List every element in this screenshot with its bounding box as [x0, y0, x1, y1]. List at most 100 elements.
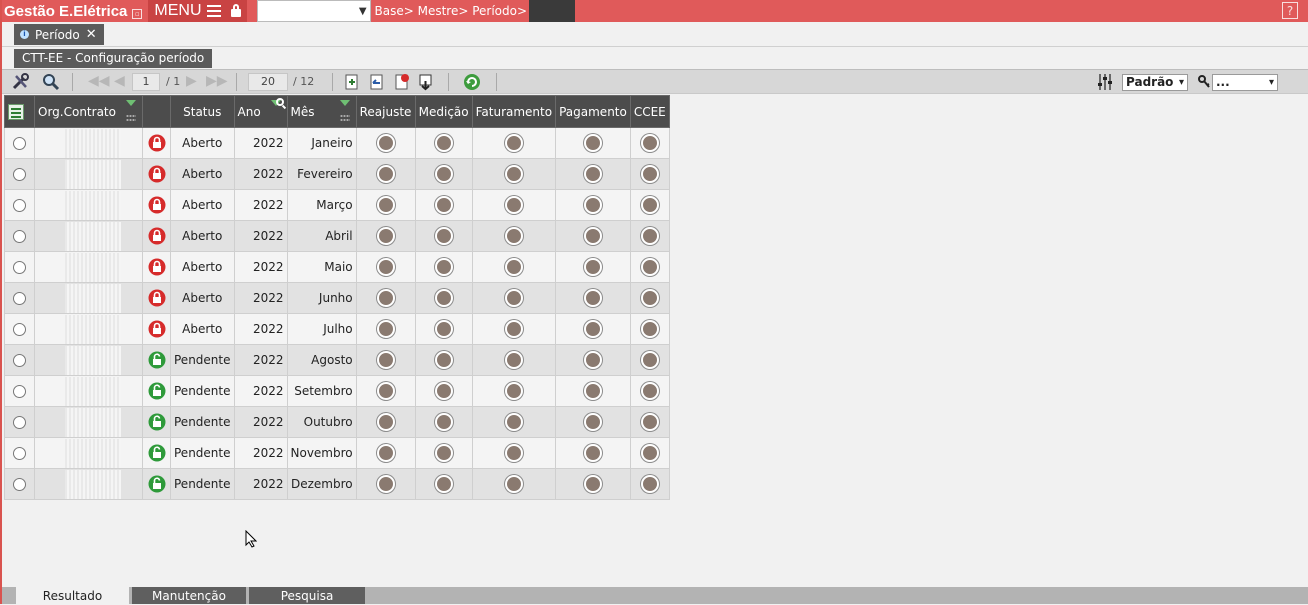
- search-icon[interactable]: [41, 73, 61, 91]
- tab-resultado[interactable]: Resultado: [16, 587, 129, 604]
- reajuste-status-icon[interactable]: [376, 289, 395, 307]
- reajuste-status-icon[interactable]: [376, 382, 395, 400]
- faturamento-status-icon[interactable]: [504, 444, 523, 462]
- reajuste-status-icon[interactable]: [376, 134, 395, 152]
- tab-manutencao[interactable]: Manutenção: [132, 587, 246, 604]
- ccee-status-icon[interactable]: [640, 444, 659, 462]
- ccee-status-icon[interactable]: [640, 227, 659, 245]
- row-radio[interactable]: [13, 199, 26, 212]
- export-icon[interactable]: [344, 73, 360, 91]
- module-select[interactable]: ▼: [256, 0, 371, 22]
- row-radio[interactable]: [13, 230, 26, 243]
- pagamento-status-icon[interactable]: [583, 227, 602, 245]
- column-header-mes[interactable]: Mês: [286, 95, 357, 128]
- ccee-status-icon[interactable]: [640, 258, 659, 276]
- column-header-status[interactable]: Status: [170, 95, 235, 128]
- row-radio[interactable]: [13, 416, 26, 429]
- locked-icon[interactable]: [148, 134, 166, 152]
- locked-icon[interactable]: [148, 196, 166, 214]
- pagamento-status-icon[interactable]: [583, 289, 602, 307]
- ccee-status-icon[interactable]: [640, 134, 659, 152]
- row-radio[interactable]: [13, 261, 26, 274]
- table-row[interactable]: Pendente 2022 Outubro: [4, 406, 670, 438]
- faturamento-status-icon[interactable]: [504, 351, 523, 369]
- medicao-status-icon[interactable]: [434, 258, 453, 276]
- pdf-icon[interactable]: [394, 73, 410, 91]
- download-icon[interactable]: [418, 73, 434, 91]
- table-row[interactable]: Aberto 2022 Abril: [4, 220, 670, 252]
- row-radio[interactable]: [13, 478, 26, 491]
- row-radio[interactable]: [13, 447, 26, 460]
- row-radio[interactable]: [13, 354, 26, 367]
- faturamento-status-icon[interactable]: [504, 289, 523, 307]
- row-radio[interactable]: [13, 385, 26, 398]
- reajuste-status-icon[interactable]: [376, 444, 395, 462]
- medicao-status-icon[interactable]: [434, 444, 453, 462]
- pagamento-status-icon[interactable]: [583, 258, 602, 276]
- pagamento-status-icon[interactable]: [583, 134, 602, 152]
- column-header-medicao[interactable]: Medição: [414, 95, 473, 128]
- row-radio[interactable]: [13, 323, 26, 336]
- reajuste-status-icon[interactable]: [376, 227, 395, 245]
- ccee-status-icon[interactable]: [640, 165, 659, 183]
- unlocked-icon[interactable]: [148, 382, 166, 400]
- pagamento-status-icon[interactable]: [583, 475, 602, 493]
- medicao-status-icon[interactable]: [434, 289, 453, 307]
- ccee-status-icon[interactable]: [640, 289, 659, 307]
- reajuste-status-icon[interactable]: [376, 320, 395, 338]
- table-row[interactable]: Pendente 2022 Novembro: [4, 437, 670, 469]
- ccee-status-icon[interactable]: [640, 475, 659, 493]
- tools-icon[interactable]: [11, 73, 31, 91]
- faturamento-status-icon[interactable]: [504, 475, 523, 493]
- sliders-icon[interactable]: [1096, 73, 1114, 91]
- last-page-icon[interactable]: ▶▶: [206, 73, 228, 89]
- reajuste-status-icon[interactable]: [376, 351, 395, 369]
- faturamento-status-icon[interactable]: [504, 258, 523, 276]
- pagamento-status-icon[interactable]: [583, 444, 602, 462]
- reajuste-status-icon[interactable]: [376, 165, 395, 183]
- unlocked-icon[interactable]: [148, 475, 166, 493]
- table-row[interactable]: Pendente 2022 Agosto: [4, 344, 670, 376]
- locked-icon[interactable]: [148, 258, 166, 276]
- reajuste-status-icon[interactable]: [376, 258, 395, 276]
- page-number-input[interactable]: 1: [132, 73, 160, 91]
- medicao-status-icon[interactable]: [434, 134, 453, 152]
- column-header-ccee[interactable]: CCEE: [629, 95, 670, 128]
- reajuste-status-icon[interactable]: [376, 413, 395, 431]
- locked-icon[interactable]: [148, 165, 166, 183]
- ccee-status-icon[interactable]: [640, 320, 659, 338]
- faturamento-status-icon[interactable]: [504, 196, 523, 214]
- table-row[interactable]: Aberto 2022 Fevereiro: [4, 158, 670, 190]
- medicao-status-icon[interactable]: [434, 320, 453, 338]
- unlocked-icon[interactable]: [148, 351, 166, 369]
- medicao-status-icon[interactable]: [434, 165, 453, 183]
- rows-per-page-input[interactable]: 20: [248, 73, 288, 91]
- table-row[interactable]: Aberto 2022 Junho: [4, 282, 670, 314]
- medicao-status-icon[interactable]: [434, 382, 453, 400]
- unlocked-icon[interactable]: [148, 444, 166, 462]
- refresh-icon[interactable]: [463, 73, 481, 91]
- ccee-status-icon[interactable]: [640, 413, 659, 431]
- tab-periodo[interactable]: i Período ✕: [14, 24, 104, 45]
- column-header-org[interactable]: Org.Contrato: [34, 95, 143, 128]
- ccee-status-icon[interactable]: [640, 382, 659, 400]
- layout-select[interactable]: Padrão ▾: [1122, 74, 1188, 91]
- ccee-status-icon[interactable]: [640, 351, 659, 369]
- sort-icon[interactable]: [126, 100, 136, 106]
- table-row[interactable]: Pendente 2022 Setembro: [4, 375, 670, 407]
- locked-icon[interactable]: [148, 227, 166, 245]
- unlocked-icon[interactable]: [148, 413, 166, 431]
- column-header-pagamento[interactable]: Pagamento: [555, 95, 631, 128]
- pagamento-status-icon[interactable]: [583, 351, 602, 369]
- faturamento-status-icon[interactable]: [504, 134, 523, 152]
- pagamento-status-icon[interactable]: [583, 320, 602, 338]
- pagamento-status-icon[interactable]: [583, 196, 602, 214]
- reajuste-status-icon[interactable]: [376, 475, 395, 493]
- pagamento-status-icon[interactable]: [583, 382, 602, 400]
- import-icon[interactable]: [369, 73, 385, 91]
- pagamento-status-icon[interactable]: [583, 413, 602, 431]
- help-icon[interactable]: ?: [1282, 2, 1298, 19]
- reajuste-status-icon[interactable]: [376, 196, 395, 214]
- medicao-status-icon[interactable]: [434, 475, 453, 493]
- table-row[interactable]: Aberto 2022 Julho: [4, 313, 670, 345]
